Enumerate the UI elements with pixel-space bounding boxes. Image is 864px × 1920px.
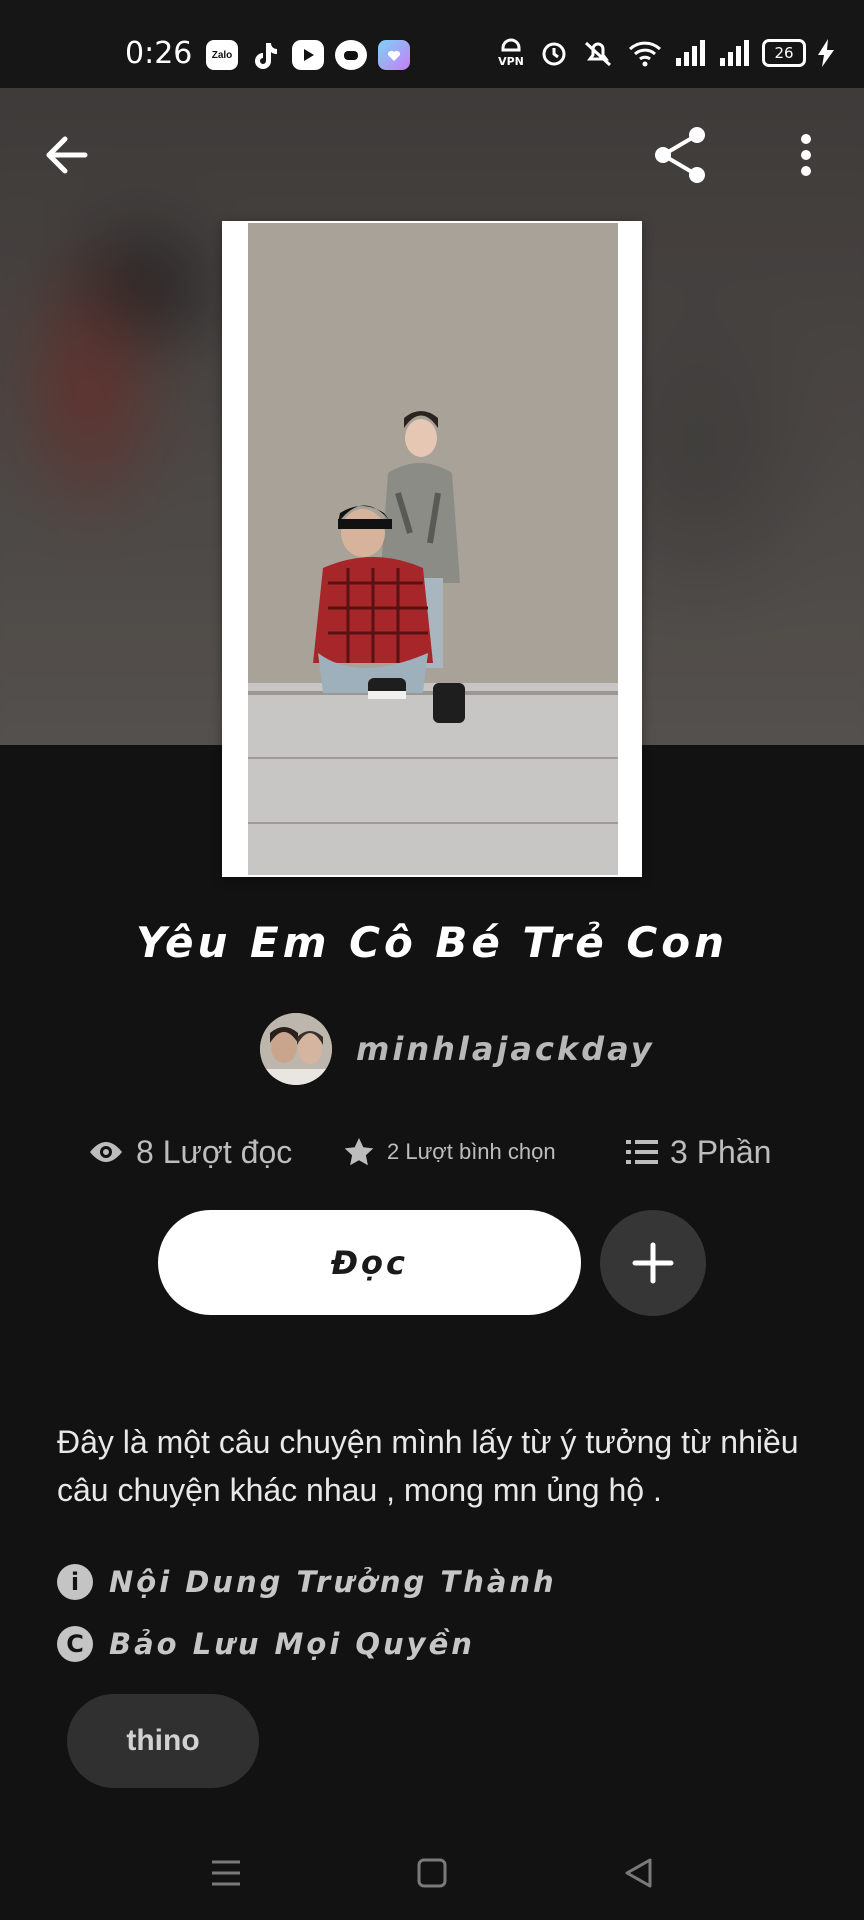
game-icon xyxy=(335,40,367,70)
tiktok-icon xyxy=(249,40,281,70)
triangle-back-icon xyxy=(625,1858,652,1888)
more-options-button[interactable] xyxy=(774,123,838,187)
copyright-label: Bảo Lưu Mọi Quyền xyxy=(109,1627,475,1661)
square-icon xyxy=(417,1858,447,1888)
author-avatar xyxy=(260,1013,332,1085)
system-back-button[interactable] xyxy=(613,1848,663,1898)
eye-icon xyxy=(90,1142,122,1162)
plus-icon xyxy=(632,1242,674,1284)
vpn-icon: VPN xyxy=(498,38,524,68)
signal-icon-2 xyxy=(720,40,749,66)
back-button[interactable] xyxy=(35,123,99,187)
parts-count: 3 Phần xyxy=(670,1133,772,1170)
story-title: Yêu Em Cô Bé Trẻ Con xyxy=(136,918,728,967)
story-description: Đây là một câu chuyện mình lấy từ ý tưởn… xyxy=(57,1424,799,1508)
info-icon: i xyxy=(57,1564,93,1600)
story-stats: 8 Lượt đọc 2 Lượt bình chọn 3 Phần xyxy=(0,1128,864,1176)
read-button[interactable]: Đọc xyxy=(158,1210,581,1315)
youtube-icon xyxy=(292,40,324,70)
vpn-label: VPN xyxy=(498,55,524,68)
battery-indicator: 26 xyxy=(762,39,806,67)
zalo-icon-label: Zalo xyxy=(211,49,233,61)
author-name: minhlajackday xyxy=(356,1030,655,1068)
star-icon xyxy=(344,1138,374,1166)
home-button[interactable] xyxy=(407,1848,457,1898)
status-app-icons: Zalo xyxy=(206,40,410,70)
back-arrow-icon xyxy=(46,136,88,174)
copyright-icon: C xyxy=(57,1626,93,1662)
list-icon xyxy=(626,1140,658,1164)
reads-count: 8 Lượt đọc xyxy=(136,1133,293,1170)
tag-chip[interactable]: thino xyxy=(67,1694,259,1788)
votes-stat: 2 Lượt bình chọn xyxy=(343,1128,556,1176)
share-button[interactable] xyxy=(649,123,713,187)
charging-icon xyxy=(818,39,834,67)
share-icon xyxy=(655,127,705,183)
status-system-icons: VPN 26 xyxy=(494,38,834,68)
menu-icon xyxy=(212,1860,240,1886)
zalo-icon: Zalo xyxy=(206,40,238,70)
system-navigation-bar xyxy=(0,1820,864,1920)
alarm-icon xyxy=(542,42,566,66)
status-time: 0:26 xyxy=(125,36,193,71)
mature-content-row: i Nội Dung Trưởng Thành xyxy=(57,1564,557,1600)
add-to-library-button[interactable] xyxy=(600,1210,706,1316)
wifi-icon xyxy=(628,41,662,67)
cover-photo xyxy=(248,223,618,875)
status-bar: 0:26 Zalo VPN 26 xyxy=(0,0,864,88)
recent-apps-button[interactable] xyxy=(201,1848,251,1898)
reads-stat: 8 Lượt đọc xyxy=(88,1128,292,1176)
mute-icon xyxy=(584,41,612,67)
copyright-row: C Bảo Lưu Mọi Quyền xyxy=(57,1626,475,1662)
signal-icon-1 xyxy=(676,40,705,66)
votes-count: 2 Lượt bình chọn xyxy=(387,1139,556,1164)
author-row[interactable]: minhlajackday xyxy=(260,1012,655,1086)
parts-stat: 3 Phần xyxy=(626,1128,771,1176)
app-icon xyxy=(378,40,410,70)
story-cover[interactable] xyxy=(222,221,642,877)
mature-content-label: Nội Dung Trưởng Thành xyxy=(109,1565,557,1599)
more-vertical-icon xyxy=(801,134,811,176)
